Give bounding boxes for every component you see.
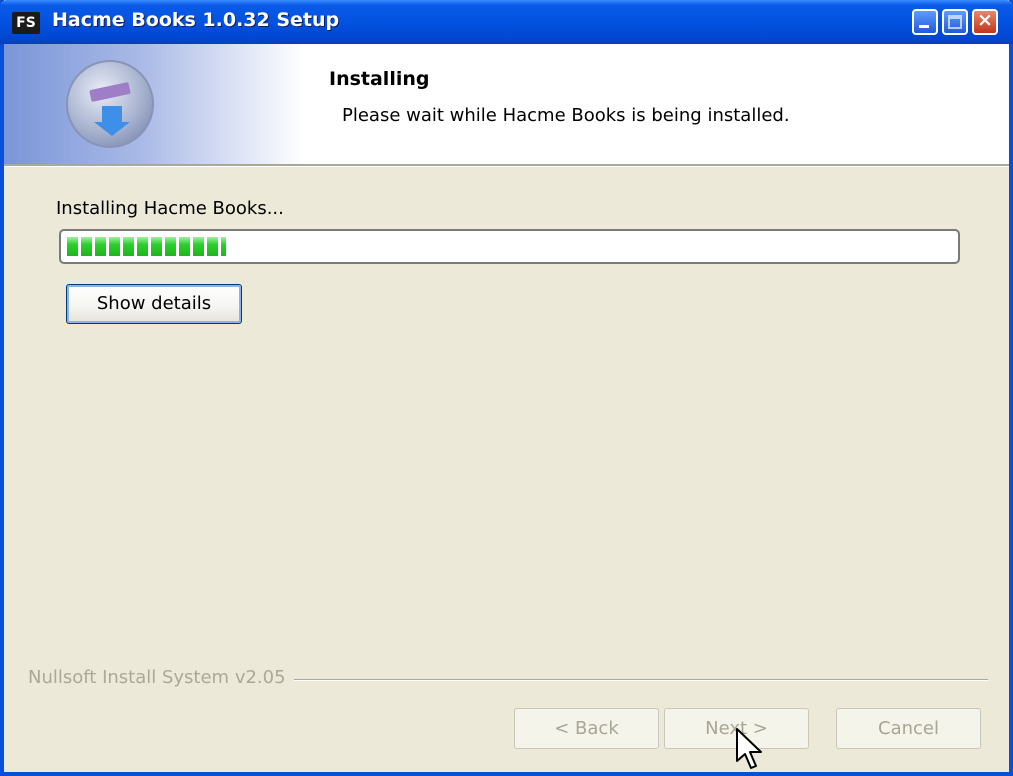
page-subtitle: Please wait while Hacme Books is being i…	[342, 105, 790, 126]
header-banner	[4, 44, 304, 164]
progress-segment	[207, 237, 218, 256]
close-button[interactable]: ×	[972, 9, 998, 35]
setup-window: FS Hacme Books 1.0.32 Setup × Installing…	[0, 0, 1013, 776]
app-icon: FS	[12, 12, 40, 34]
install-progress-bar	[59, 229, 960, 264]
title-bar[interactable]: FS Hacme Books 1.0.32 Setup ×	[0, 0, 1013, 44]
installer-disk-icon	[66, 60, 154, 148]
minimize-button[interactable]	[912, 9, 938, 35]
mouse-pointer-icon	[736, 728, 762, 769]
minimize-icon	[919, 25, 929, 28]
progress-segment	[137, 237, 148, 256]
cancel-button[interactable]: Cancel	[836, 708, 981, 749]
progress-fill	[67, 237, 226, 256]
progress-segment	[193, 237, 204, 256]
progress-segment	[123, 237, 134, 256]
window-title: Hacme Books 1.0.32 Setup	[52, 9, 340, 31]
maximize-button[interactable]	[942, 9, 968, 35]
download-arrow-icon	[94, 106, 130, 136]
header-divider	[4, 164, 1009, 167]
progress-segment	[81, 237, 92, 256]
show-details-button[interactable]: Show details	[66, 284, 242, 324]
maximize-icon	[948, 15, 962, 29]
branding-text: Nullsoft Install System v2.05	[28, 667, 294, 688]
progress-segment	[221, 237, 226, 256]
installer-header: Installing Please wait while Hacme Books…	[4, 44, 1009, 164]
close-icon: ×	[977, 9, 993, 31]
progress-segment	[165, 237, 176, 256]
disk-label-icon	[89, 81, 131, 103]
progress-segment	[95, 237, 106, 256]
back-button[interactable]: < Back	[514, 708, 659, 749]
page-title: Installing	[329, 68, 430, 90]
progress-segment	[109, 237, 120, 256]
install-status-label: Installing Hacme Books...	[56, 198, 284, 219]
progress-segment	[67, 237, 78, 256]
progress-segment	[179, 237, 190, 256]
progress-segment	[151, 237, 162, 256]
